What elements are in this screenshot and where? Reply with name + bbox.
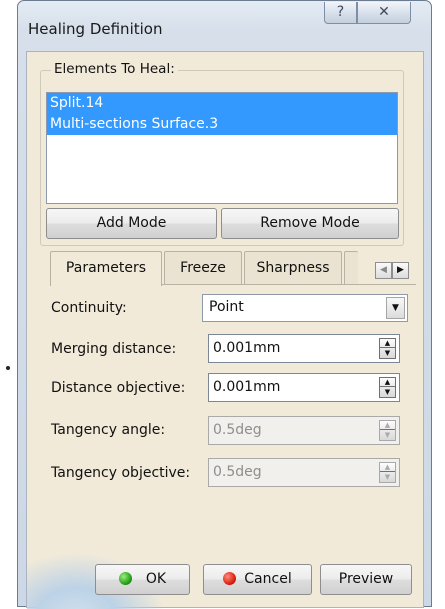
tab-strip: Parameters Freeze Sharpness ◀ ▶ — [50, 251, 416, 286]
spin-down-icon[interactable]: ▼ — [380, 349, 395, 358]
merging-distance-value[interactable]: 0.001mm — [213, 340, 280, 356]
close-icon: ✕ — [378, 4, 390, 20]
tangency-objective-stepper: ▲ ▼ — [379, 462, 396, 483]
list-item[interactable]: Multi-sections Surface.3 — [47, 114, 397, 135]
dialog-client-area: Elements To Heal: Split.14 Multi-section… — [26, 51, 424, 609]
healing-definition-dialog: Healing Definition ? ✕ Elements To Heal:… — [17, 0, 432, 609]
merging-distance-spinner[interactable]: 0.001mm ▲ ▼ — [208, 334, 400, 363]
elements-to-heal-label: Elements To Heal: — [51, 61, 178, 77]
tangency-angle-value: 0.5deg — [213, 422, 262, 438]
chevron-down-icon[interactable]: ▼ — [386, 297, 405, 319]
tab-sharpness[interactable]: Sharpness — [244, 251, 342, 285]
spin-up-icon[interactable]: ▲ — [380, 339, 395, 348]
distance-objective-label: Distance objective: — [51, 380, 186, 396]
spin-down-icon: ▼ — [384, 473, 391, 481]
window-title: Healing Definition — [28, 20, 163, 38]
tangency-objective-spinner: 0.5deg ▲ ▼ — [208, 458, 400, 487]
tab-freeze[interactable]: Freeze — [164, 251, 242, 285]
list-item[interactable]: Split.14 — [47, 93, 397, 114]
tab-parameters[interactable]: Parameters — [50, 251, 162, 286]
distance-objective-stepper[interactable]: ▲ ▼ — [379, 377, 396, 398]
close-button[interactable]: ✕ — [357, 2, 411, 24]
ok-label: OK — [145, 571, 167, 587]
cancel-icon — [223, 572, 237, 585]
spin-down-icon: ▼ — [384, 431, 391, 439]
tangency-angle-label: Tangency angle: — [51, 422, 166, 438]
tangency-angle-spinner: 0.5deg ▲ ▼ — [208, 416, 400, 445]
tangency-objective-label: Tangency objective: — [51, 465, 191, 481]
distance-objective-spinner[interactable]: 0.001mm ▲ ▼ — [208, 373, 400, 402]
tangency-objective-value: 0.5deg — [213, 464, 262, 480]
add-mode-button[interactable]: Add Mode — [46, 208, 217, 239]
elements-list[interactable]: Split.14 Multi-sections Surface.3 — [46, 92, 398, 204]
elements-to-heal-group: Elements To Heal: Split.14 Multi-section… — [40, 61, 404, 246]
merging-distance-label: Merging distance: — [51, 341, 177, 357]
help-button[interactable]: ? — [324, 2, 357, 24]
tab-partial[interactable] — [344, 251, 358, 285]
spin-up-icon[interactable]: ▲ — [380, 378, 395, 387]
distance-objective-value[interactable]: 0.001mm — [213, 379, 280, 395]
spin-up-icon: ▲ — [380, 463, 395, 472]
tangency-angle-stepper: ▲ ▼ — [379, 420, 396, 441]
spin-up-icon: ▲ — [380, 421, 395, 430]
cancel-label: Cancel — [244, 571, 292, 587]
ok-icon — [118, 572, 132, 585]
background-dot — [6, 366, 10, 370]
continuity-label: Continuity: — [51, 300, 127, 316]
preview-button[interactable]: Preview — [320, 564, 412, 595]
cancel-button[interactable]: Cancel — [203, 564, 312, 595]
merging-distance-stepper[interactable]: ▲ ▼ — [379, 338, 396, 359]
continuity-select[interactable]: Point ▼ — [202, 294, 408, 322]
help-icon: ? — [336, 4, 345, 20]
spin-down-icon[interactable]: ▼ — [380, 388, 395, 397]
continuity-value: Point — [209, 299, 244, 315]
tab-scroll-left-icon[interactable]: ◀ — [375, 262, 392, 279]
title-bar[interactable]: Healing Definition ? ✕ — [18, 1, 431, 53]
parameters-panel: Continuity: Point ▼ Merging distance: 0.… — [50, 284, 416, 539]
ok-button[interactable]: OK — [95, 564, 190, 595]
tab-scroll-right-icon[interactable]: ▶ — [392, 262, 409, 279]
remove-mode-button[interactable]: Remove Mode — [221, 208, 399, 239]
